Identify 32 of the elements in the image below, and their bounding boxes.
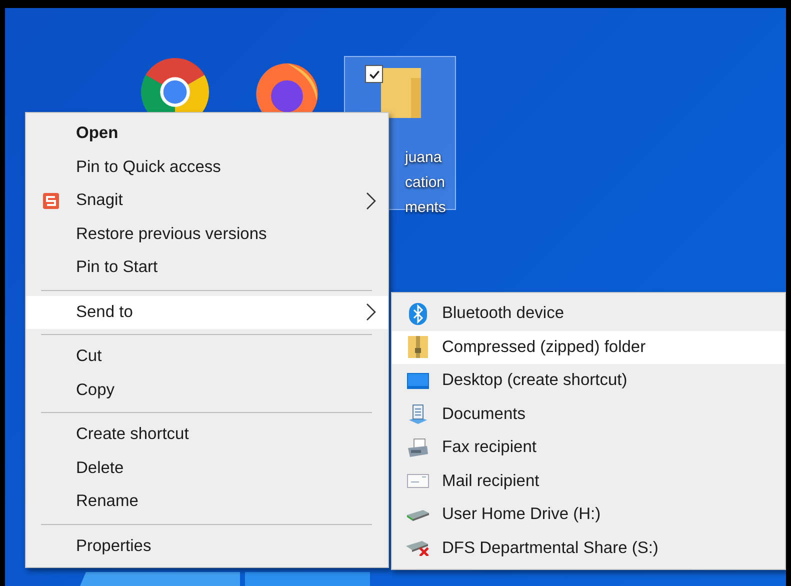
disconnected-drive-icon (406, 540, 430, 556)
menu-item[interactable]: Mail recipient (392, 464, 785, 498)
bluetooth-icon (409, 302, 427, 325)
chevron-right-icon (366, 192, 376, 210)
folder-icon (381, 67, 421, 119)
envelope-icon (407, 474, 429, 488)
documents-icon (408, 404, 428, 424)
menu-item[interactable]: DFS Departmental Share (S:) (392, 532, 785, 565)
menu-item[interactable]: Fax recipient (392, 431, 785, 464)
menu-item[interactable]: Pin to Start (26, 251, 388, 284)
fax-machine-icon (407, 438, 429, 458)
menu-item[interactable]: Rename (26, 485, 388, 518)
zip-folder-icon (408, 336, 428, 358)
menu-item[interactable]: Properties (26, 530, 388, 563)
menu-item[interactable]: Cut (26, 340, 388, 374)
folder-label: cation (405, 173, 446, 193)
menu-item[interactable]: Send to (26, 296, 388, 329)
checkbox[interactable] (365, 65, 383, 83)
chevron-right-icon (366, 303, 376, 322)
menu-item[interactable]: Delete (26, 452, 388, 485)
menu-item[interactable]: Create shortcut (26, 418, 388, 452)
menu-item[interactable]: Desktop (create shortcut) (392, 364, 785, 398)
folder-label: juana (405, 148, 442, 168)
snagit-s-icon (43, 192, 59, 209)
menu-item[interactable]: Compressed (zipped) folder (392, 330, 785, 364)
network-drive-icon (407, 508, 429, 521)
menu-item[interactable]: Restore previous versions (26, 218, 388, 251)
desktop-icon (407, 372, 429, 389)
menu-item[interactable]: Copy (26, 374, 388, 407)
menu-item[interactable]: Documents (392, 398, 785, 431)
menu-item[interactable]: User Home Drive (H:) (392, 498, 785, 532)
menu-item[interactable]: Bluetooth device (392, 297, 785, 330)
